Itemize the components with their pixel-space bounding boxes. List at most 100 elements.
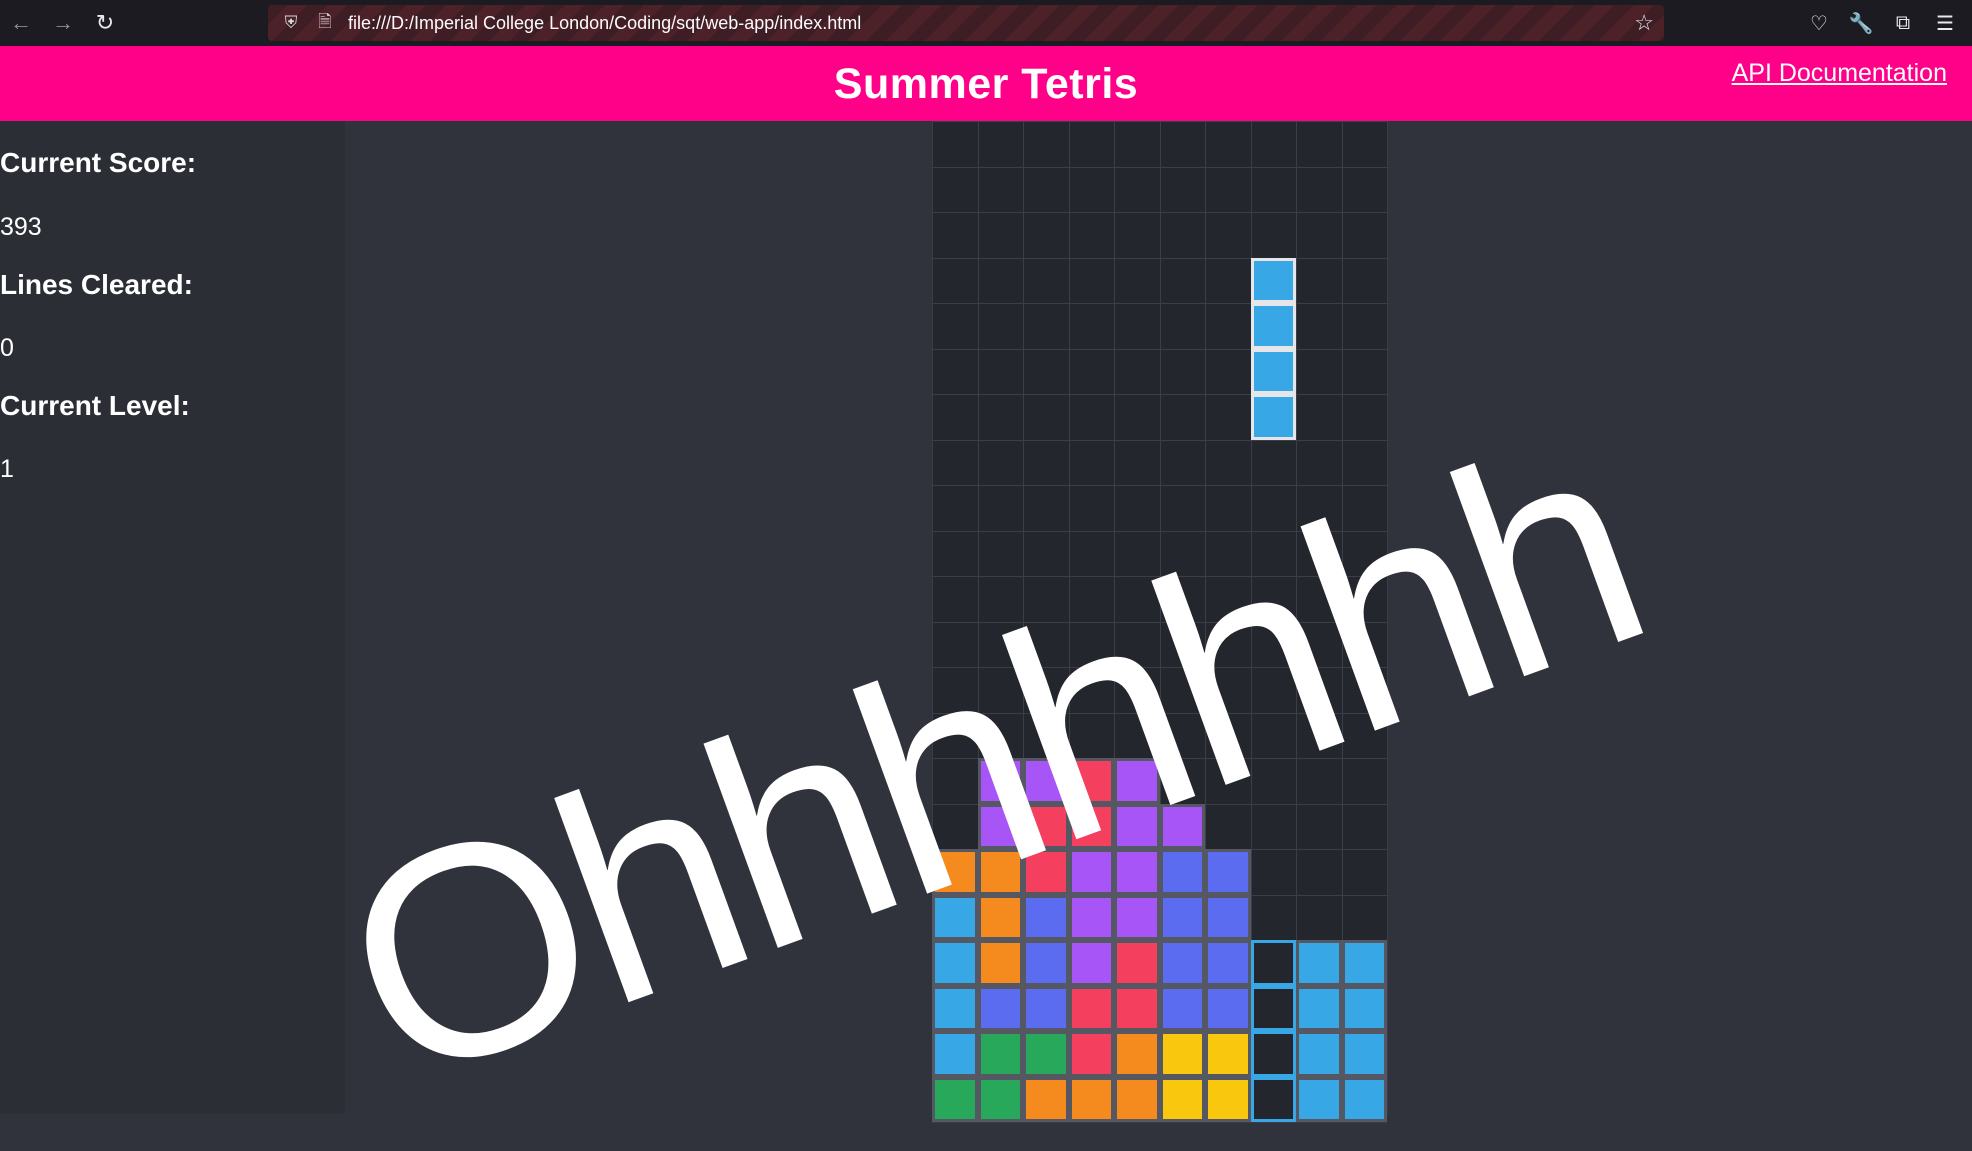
grid-line <box>932 712 1387 714</box>
url-bar[interactable]: ⛨ 🗎 file:///D:/Imperial College London/C… <box>268 5 1664 41</box>
locked-block-cell <box>932 1031 978 1077</box>
locked-block-cell <box>1205 940 1251 986</box>
locked-block-cell <box>1341 940 1387 986</box>
locked-block-cell <box>1205 849 1251 895</box>
locked-block-cell <box>1068 1031 1114 1077</box>
forward-icon[interactable]: → <box>42 0 84 46</box>
locked-block-cell <box>1205 1076 1251 1122</box>
ghost-piece-cell <box>1250 1031 1296 1077</box>
locked-block-cell <box>977 1031 1023 1077</box>
locked-block-cell <box>1205 985 1251 1031</box>
locked-block-cell <box>932 1076 978 1122</box>
locked-block-cell <box>1114 940 1160 986</box>
locked-block-cell <box>1114 1076 1160 1122</box>
grid-line <box>932 576 1387 577</box>
locked-block-cell <box>1023 803 1069 849</box>
grid-line <box>1387 121 1388 1114</box>
grid-line <box>932 348 1387 350</box>
locked-block-cell <box>1296 985 1342 1031</box>
locked-block-cell <box>1023 894 1069 940</box>
shield-icon[interactable]: ⛨ <box>280 13 302 33</box>
ghost-piece-cell <box>1250 1076 1296 1122</box>
level-label: Current Level: <box>0 390 190 421</box>
locked-block-cell <box>932 894 978 940</box>
grid-line <box>932 485 1387 486</box>
grid-line <box>932 212 1387 213</box>
star-icon[interactable]: ☆ <box>1634 10 1654 36</box>
locked-block-cell <box>1068 803 1114 849</box>
grid-line <box>932 166 1387 168</box>
app-header: Summer Tetris API Documentation <box>0 46 1972 121</box>
grid-line <box>932 621 1387 623</box>
lines-label: Lines Cleared: <box>0 269 193 300</box>
menu-icon[interactable]: ☰ <box>1924 11 1966 36</box>
locked-block-cell <box>1341 985 1387 1031</box>
locked-block-cell <box>977 758 1023 804</box>
active-piece-cell <box>1250 303 1296 349</box>
ghost-piece-cell <box>1250 940 1296 986</box>
locked-block-cell <box>1114 894 1160 940</box>
url-text[interactable]: file:///D:/Imperial College London/Codin… <box>348 13 861 34</box>
locked-block-cell <box>1159 985 1205 1031</box>
level-value: 1 <box>0 455 14 483</box>
grid-line <box>932 121 1387 122</box>
grid-line <box>932 439 1387 441</box>
locked-block-cell <box>1068 1076 1114 1122</box>
locked-block-cell <box>1068 849 1114 895</box>
back-icon[interactable]: ← <box>0 0 42 46</box>
grid-line <box>932 303 1387 304</box>
active-piece-cell <box>1250 348 1296 394</box>
page-icon: 🗎 <box>318 11 332 31</box>
page-title: Summer Tetris <box>833 60 1139 108</box>
locked-block-cell <box>1114 985 1160 1031</box>
grid-line <box>932 1122 1387 1123</box>
locked-block-cell <box>1159 940 1205 986</box>
locked-block-cell <box>1341 1076 1387 1122</box>
locked-block-cell <box>1114 758 1160 804</box>
locked-block-cell <box>1068 894 1114 940</box>
score-value: 393 <box>0 213 42 241</box>
locked-block-cell <box>1159 894 1205 940</box>
locked-block-cell <box>1114 849 1160 895</box>
locked-block-cell <box>1296 1076 1342 1122</box>
locked-block-cell <box>1205 894 1251 940</box>
locked-block-cell <box>1023 1031 1069 1077</box>
locked-block-cell <box>932 849 978 895</box>
locked-block-cell <box>1023 985 1069 1031</box>
grid-line <box>932 257 1387 259</box>
grid-line <box>932 394 1387 395</box>
locked-block-cell <box>1023 1076 1069 1122</box>
stats-sidebar: Current Score: 393 Lines Cleared: 0 Curr… <box>0 121 345 1114</box>
api-documentation-link[interactable]: API Documentation <box>1732 59 1947 88</box>
locked-block-cell <box>932 985 978 1031</box>
locked-block-cell <box>1068 985 1114 1031</box>
locked-block-cell <box>1341 1031 1387 1077</box>
extensions-icon[interactable]: ⧉ <box>1882 12 1924 35</box>
locked-block-cell <box>1114 1031 1160 1077</box>
reload-icon[interactable]: ↻ <box>84 0 126 46</box>
ghost-piece-cell <box>1250 985 1296 1031</box>
locked-block-cell <box>977 894 1023 940</box>
locked-block-cell <box>932 940 978 986</box>
locked-block-cell <box>1159 1031 1205 1077</box>
locked-block-cell <box>1023 758 1069 804</box>
locked-block-cell <box>977 1076 1023 1122</box>
locked-block-cell <box>1296 1031 1342 1077</box>
locked-block-cell <box>977 849 1023 895</box>
lines-value: 0 <box>0 334 14 362</box>
score-label: Current Score: <box>0 147 197 178</box>
browser-toolbar: ← → ↻ ⛨ 🗎 file:///D:/Imperial College Lo… <box>0 0 1972 46</box>
active-piece-cell <box>1250 257 1296 303</box>
locked-block-cell <box>1068 758 1114 804</box>
locked-block-cell <box>1114 803 1160 849</box>
locked-block-cell <box>1068 940 1114 986</box>
locked-block-cell <box>1023 940 1069 986</box>
locked-block-cell <box>977 803 1023 849</box>
tetris-board[interactable] <box>932 121 1388 1123</box>
wrench-icon[interactable]: 🔧 <box>1840 11 1882 36</box>
locked-block-cell <box>1296 940 1342 986</box>
locked-block-cell <box>977 985 1023 1031</box>
locked-block-cell <box>1159 803 1205 849</box>
pocket-icon[interactable]: ♡ <box>1798 11 1840 36</box>
locked-block-cell <box>1023 849 1069 895</box>
